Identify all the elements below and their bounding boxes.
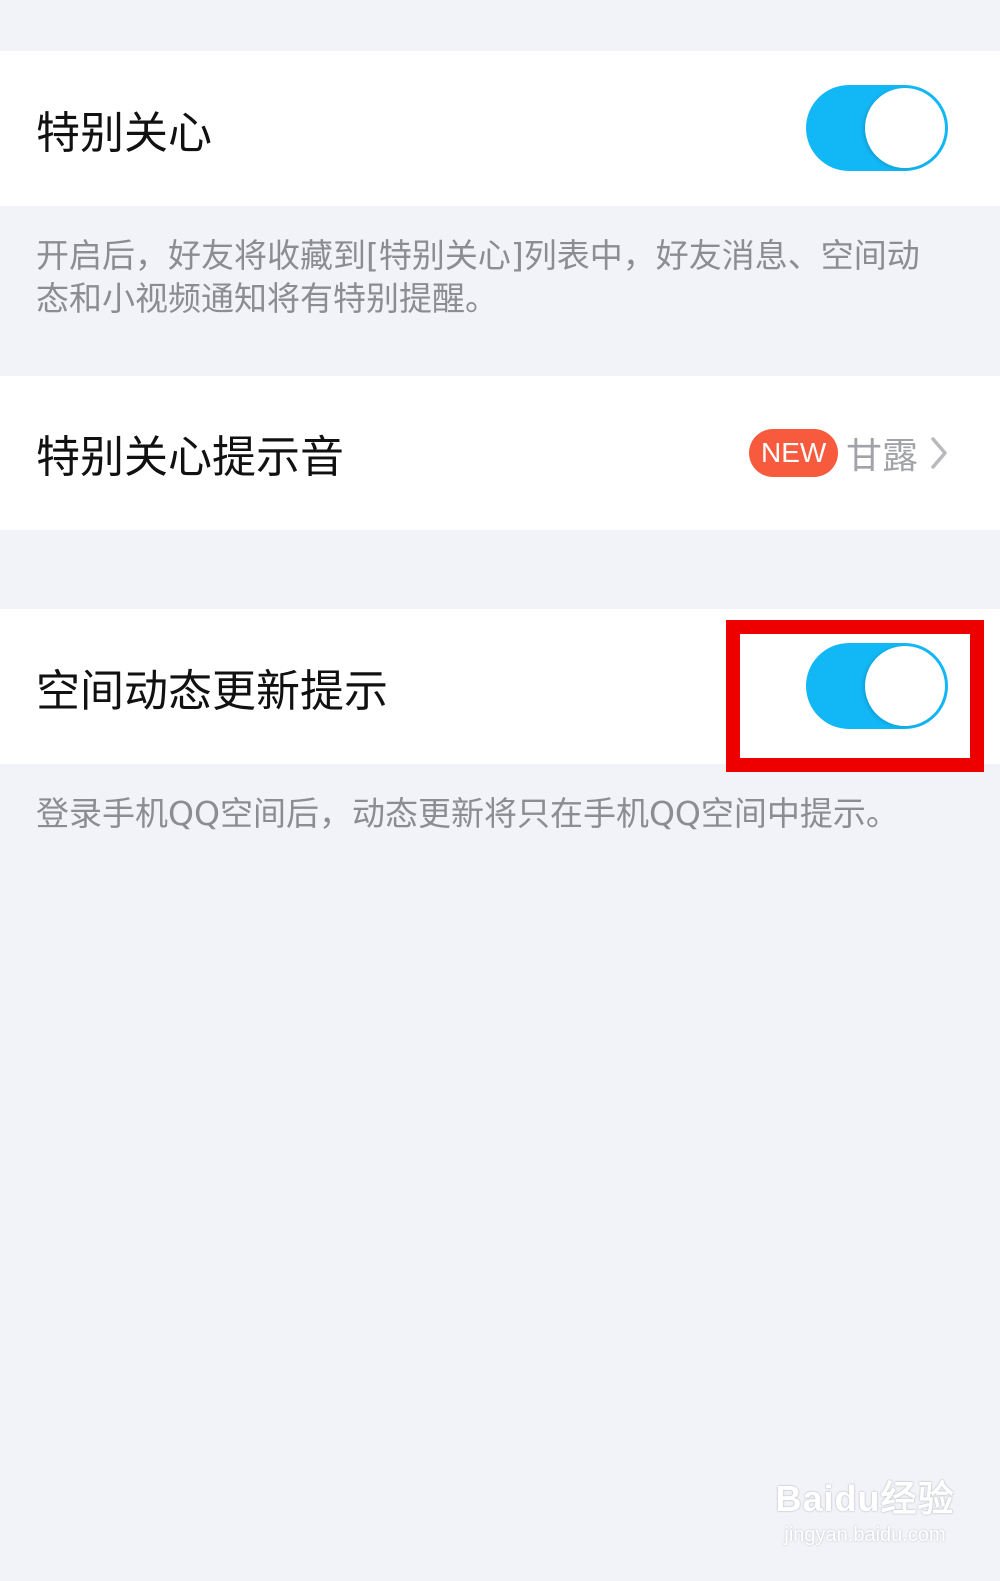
sound-value: 甘露	[846, 436, 919, 477]
new-badge: NEW	[749, 429, 839, 477]
toggle-knob	[865, 88, 945, 168]
highlight-box	[726, 620, 984, 772]
baidu-jingyan-watermark: Baidu经验 jingyan.baidu.com	[770, 1470, 960, 1560]
special-care-sound-label: 特别关心提示音	[36, 432, 344, 483]
watermark-brand: Baidu经验	[775, 1478, 955, 1519]
special-care-toggle[interactable]	[806, 85, 948, 171]
qzone-update-label: 空间动态更新提示	[36, 665, 388, 717]
special-care-row: 特别关心	[0, 51, 1000, 206]
special-care-label: 特别关心	[36, 107, 212, 159]
watermark-url: jingyan.baidu.com	[784, 1524, 946, 1546]
qzone-update-description: 登录手机QQ空间后，动态更新将只在手机QQ空间中提示。	[36, 794, 899, 833]
special-care-sound-row[interactable]: 特别关心提示音 NEW 甘露	[0, 376, 1000, 530]
special-care-description: 开启后，好友将收藏到[特别关心]列表中，好友消息、空间动态和小视频通知将有特别提…	[36, 236, 920, 318]
chevron-right-icon	[931, 437, 947, 469]
